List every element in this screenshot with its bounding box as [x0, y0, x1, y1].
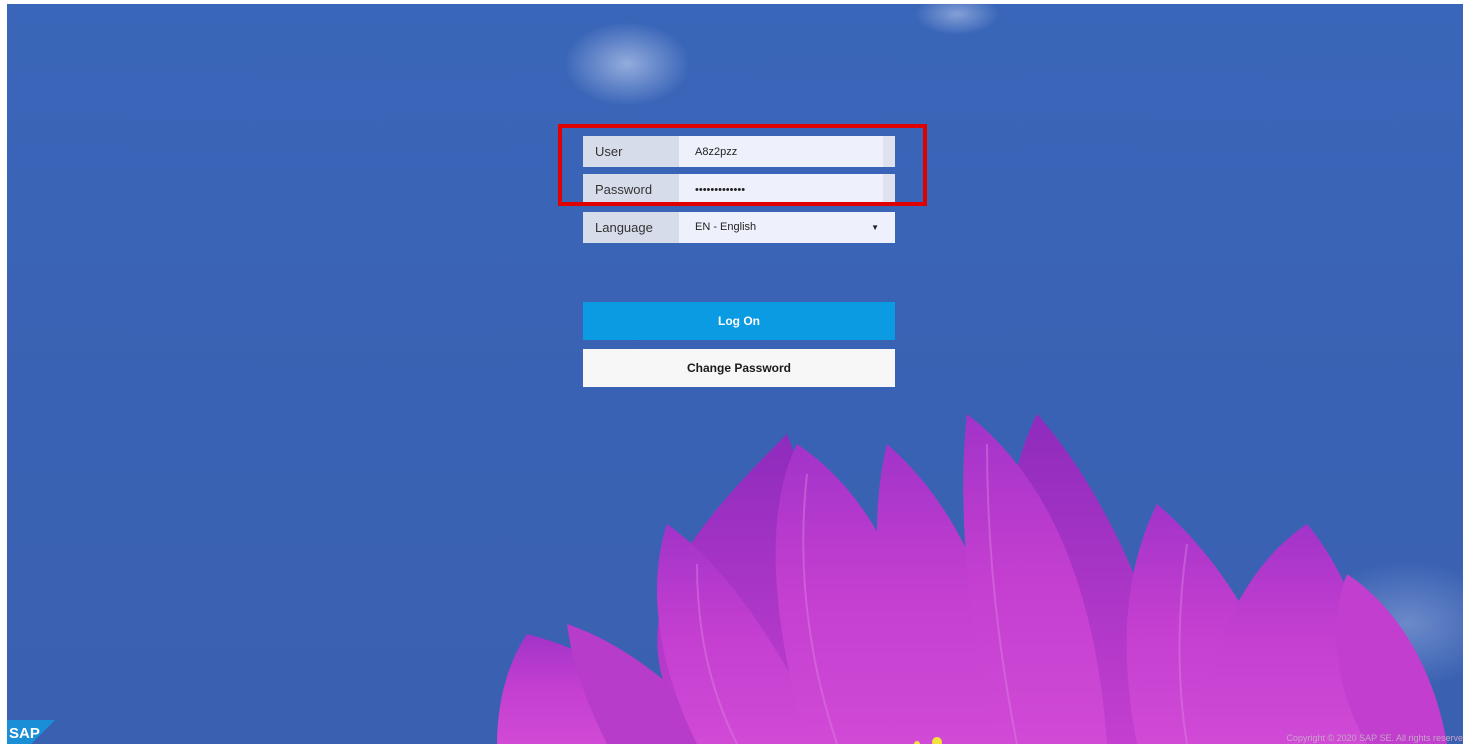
language-select-value: EN - English — [695, 221, 757, 233]
user-label: User — [583, 136, 679, 167]
language-select[interactable]: EN - English ▼ — [679, 212, 895, 243]
change-password-button[interactable]: Change Password — [583, 349, 895, 387]
login-form: User Password Language EN - English ▼ — [583, 136, 895, 250]
password-input[interactable] — [679, 174, 883, 205]
log-on-button[interactable]: Log On — [583, 302, 895, 340]
sap-logo: SAP — [7, 720, 55, 744]
password-label: Password — [583, 174, 679, 205]
user-field-edge — [883, 136, 895, 167]
password-field-edge — [883, 174, 895, 205]
user-row: User — [583, 136, 895, 167]
language-row: Language EN - English ▼ — [583, 212, 895, 243]
dropdown-arrow-icon: ▼ — [871, 223, 879, 232]
language-label: Language — [583, 212, 679, 243]
user-input[interactable] — [679, 136, 883, 167]
login-background: User Password Language EN - English ▼ Lo… — [7, 4, 1463, 744]
sap-logo-text: SAP — [9, 725, 40, 742]
password-row: Password — [583, 174, 895, 205]
copyright-text: Copyright © 2020 SAP SE. All rights rese… — [1286, 733, 1463, 743]
